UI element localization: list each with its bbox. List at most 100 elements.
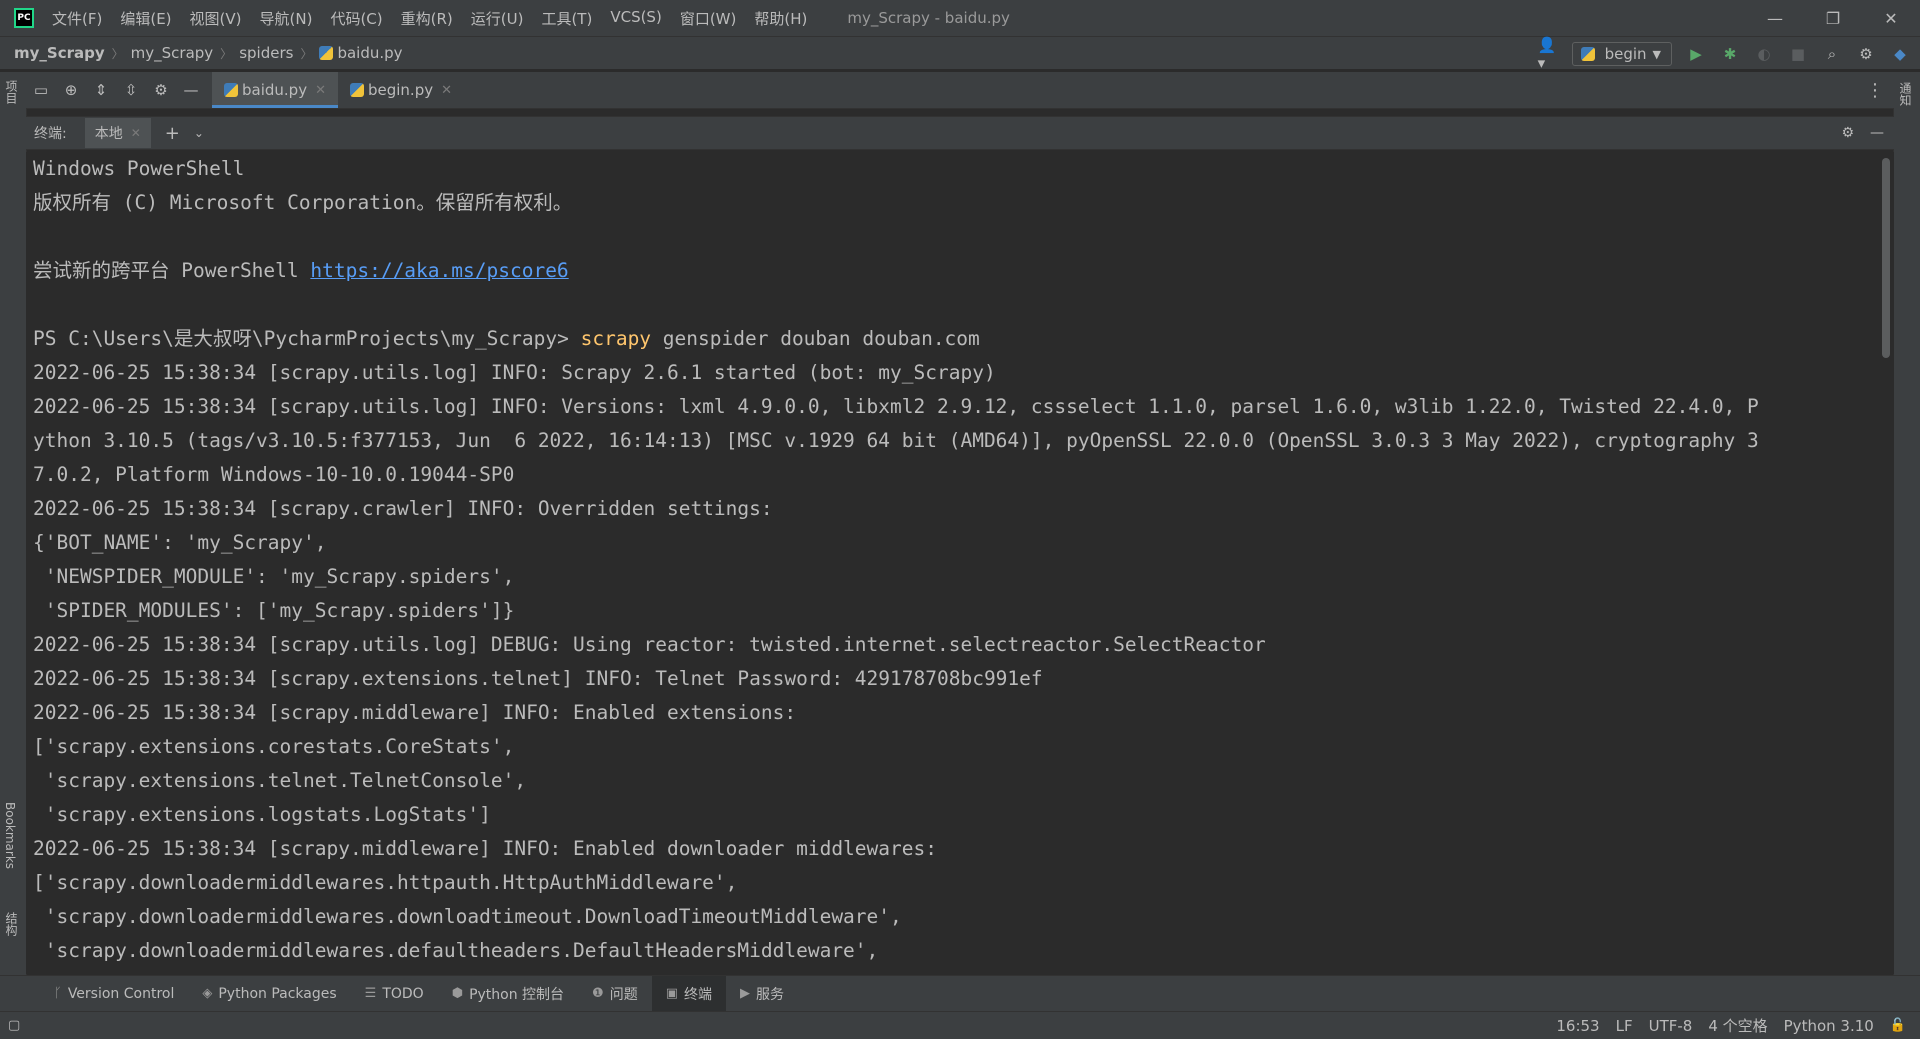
terminal-title: 终端:: [34, 126, 67, 142]
close-tab-icon[interactable]: ✕: [315, 83, 326, 98]
tool-window-button[interactable]: ☰ TODO: [351, 976, 438, 1012]
lock-icon[interactable]: 🔓: [1890, 1018, 1906, 1033]
more-options-icon[interactable]: ⋮: [1866, 80, 1884, 101]
tool-window-button[interactable]: ❶ 问题: [578, 976, 652, 1012]
jetbrains-icon[interactable]: ◆: [1890, 44, 1910, 64]
navigation-bar: my_Scrapy 〉 my_Scrapy 〉 spiders 〉 baidu.…: [0, 36, 1920, 72]
terminal-header: 终端: 本地 ✕ + ⌄ ⚙ —: [26, 116, 1894, 150]
close-tab-icon[interactable]: ✕: [441, 83, 452, 98]
python-icon: ⬢: [451, 986, 464, 1001]
tool-window-button[interactable]: ᚴ Version Control: [40, 976, 188, 1012]
terminal-line: 'scrapy.extensions.logstats.LogStats']: [33, 803, 491, 826]
menu-item[interactable]: 代码(C): [330, 8, 382, 29]
settings-gear-icon[interactable]: ⚙: [1856, 44, 1876, 64]
menu-item[interactable]: 窗口(W): [680, 8, 737, 29]
menu-item[interactable]: 编辑(E): [120, 8, 171, 29]
tool-window-button[interactable]: ▶ 服务: [726, 976, 798, 1012]
menu-item[interactable]: VCS(S): [610, 8, 661, 29]
coverage-icon[interactable]: ◐: [1754, 44, 1774, 64]
python-icon: [1580, 47, 1595, 61]
menu-item[interactable]: 运行(U): [471, 8, 524, 29]
collapse-all-icon[interactable]: ⇳: [116, 81, 146, 99]
menu-item[interactable]: 导航(N): [260, 8, 313, 29]
close-button[interactable]: ✕: [1862, 0, 1920, 36]
chevron-right-icon: 〉: [220, 46, 233, 61]
menu-item[interactable]: 工具(T): [541, 8, 592, 29]
terminal-line: 2022-06-25 15:38:34 [scrapy.utils.log] D…: [33, 633, 1266, 656]
run-config-name: begin: [1604, 45, 1647, 63]
terminal-line: ython 3.10.5 (tags/v3.10.5:f377153, Jun …: [33, 429, 1759, 452]
close-icon[interactable]: ✕: [131, 126, 141, 140]
hide-terminal-icon[interactable]: —: [1870, 125, 1884, 141]
editor-tab-label: baidu.py: [242, 81, 308, 99]
terminal-line: 'scrapy.extensions.telnet.TelnetConsole'…: [33, 769, 527, 792]
python-interpreter[interactable]: Python 3.10: [1784, 1017, 1874, 1035]
terminal-tab-label: 本地: [94, 126, 123, 142]
menu-item[interactable]: 文件(F): [52, 8, 102, 29]
terminal-line: 'scrapy.downloadermiddlewares.defaulthea…: [33, 939, 879, 962]
tool-window-button[interactable]: ⬢ Python 控制台: [438, 976, 578, 1012]
hide-icon[interactable]: —: [176, 81, 206, 99]
breadcrumb-file[interactable]: baidu.py: [337, 44, 402, 62]
editor-tab[interactable]: begin.py ✕: [338, 72, 464, 108]
indent-setting[interactable]: 4 个空格: [1708, 1015, 1767, 1036]
add-terminal-icon[interactable]: +: [165, 123, 180, 144]
terminal-line: Windows PowerShell: [33, 157, 245, 180]
editor-tab[interactable]: baidu.py ✕: [212, 72, 338, 108]
list-icon: ☰: [364, 986, 377, 1001]
caret-position[interactable]: 16:53: [1556, 1017, 1599, 1035]
window-title: my_Scrapy - baidu.py: [847, 9, 1010, 27]
breadcrumb-project[interactable]: my_Scrapy: [14, 44, 105, 62]
terminal-line: ['scrapy.downloadermiddlewares.httpauth.…: [33, 871, 738, 894]
terminal-link[interactable]: https://aka.ms/pscore6: [310, 259, 568, 282]
title-bar: 文件(F) 编辑(E) 视图(V) 导航(N) 代码(C) 重构(R) 运行(U) 工具(T)…: [0, 0, 1920, 36]
terminal-command: scrapy: [580, 327, 652, 350]
tool-window-button[interactable]: ▣ 终端: [651, 975, 726, 1012]
menu-item[interactable]: 视图(V): [190, 8, 242, 29]
restore-button[interactable]: ❐: [1804, 0, 1862, 36]
bookmarks-tool-button[interactable]: Bookmarks: [3, 802, 17, 869]
tool-window-label: Version Control: [67, 985, 175, 1002]
terminal-output[interactable]: Windows PowerShell 版权所有 (C) Microsoft Cor…: [26, 152, 1894, 974]
project-tool-button[interactable]: 项目: [3, 80, 20, 104]
layers-icon: ◈: [202, 986, 213, 1001]
user-icon[interactable]: 👤▾: [1538, 36, 1558, 72]
terminal-line: 'NEWSPIDER_MODULE': 'my_Scrapy.spiders',: [33, 565, 515, 588]
editor-tab-label: begin.py: [367, 81, 434, 99]
locate-icon[interactable]: ⊕: [56, 81, 86, 99]
tool-window-label: Python 控制台: [469, 986, 565, 1003]
file-encoding[interactable]: UTF-8: [1649, 1017, 1693, 1035]
python-file-icon: [224, 83, 238, 97]
search-icon[interactable]: ⌕: [1822, 44, 1842, 64]
debug-icon[interactable]: ✱: [1720, 44, 1740, 64]
line-separator[interactable]: LF: [1616, 1017, 1633, 1035]
terminal-text: genspider douban douban.com: [651, 327, 980, 350]
minimize-button[interactable]: —: [1746, 0, 1804, 36]
problems-icon: ❶: [592, 986, 604, 1001]
editor-tab-row: ▭ ⊕ ⇕ ⇳ ⚙ — baidu.py ✕ begin.py ✕ ⋮: [26, 72, 1894, 109]
run-config-selector[interactable]: begin ▼: [1571, 42, 1672, 66]
tool-window-button[interactable]: ◈ Python Packages: [188, 976, 350, 1012]
breadcrumb-folder[interactable]: my_Scrapy: [131, 44, 214, 62]
project-view-icon[interactable]: ▭: [26, 81, 56, 99]
terminal-settings-gear-icon[interactable]: ⚙: [1841, 125, 1854, 141]
options-gear-icon[interactable]: ⚙: [146, 81, 176, 99]
toggle-tool-windows-icon[interactable]: ▢: [8, 1018, 20, 1033]
stop-icon[interactable]: ■: [1788, 44, 1808, 64]
terminal-scrollbar[interactable]: [1882, 158, 1890, 358]
terminal-tab-local[interactable]: 本地 ✕: [84, 118, 151, 148]
right-tool-stripe: 通知: [1893, 72, 1920, 999]
run-icon[interactable]: ▶: [1686, 44, 1706, 64]
breadcrumb-subfolder[interactable]: spiders: [239, 44, 293, 62]
notifications-tool-button[interactable]: 通知: [1897, 82, 1914, 106]
python-file-icon: [319, 46, 334, 60]
menu-item[interactable]: 帮助(H): [754, 8, 807, 29]
menu-item[interactable]: 重构(R): [401, 8, 453, 29]
expand-all-icon[interactable]: ⇕: [86, 81, 116, 99]
terminal-line: ['scrapy.extensions.corestats.CoreStats'…: [33, 735, 515, 758]
chevron-down-icon[interactable]: ⌄: [194, 126, 204, 140]
terminal-text: 尝试新的跨平台 PowerShell: [33, 259, 311, 282]
structure-tool-button[interactable]: 结构: [3, 912, 20, 936]
tool-window-label: Python Packages: [218, 985, 337, 1002]
